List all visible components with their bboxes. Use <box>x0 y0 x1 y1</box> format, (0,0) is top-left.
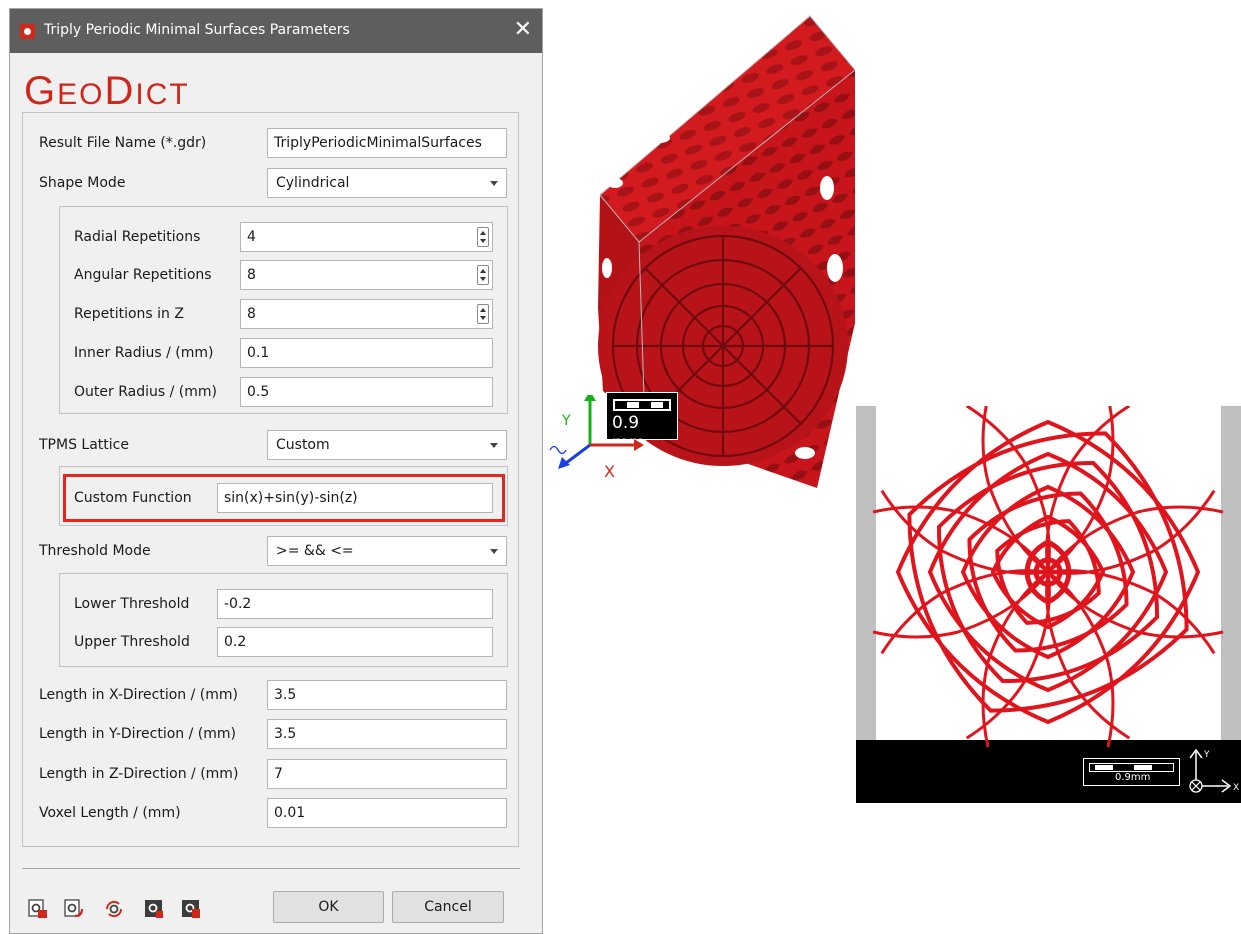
inner-radius-input[interactable]: 0.1 <box>240 338 493 368</box>
upper-threshold-input[interactable]: 0.2 <box>217 627 493 657</box>
chevron-down-icon <box>490 443 498 448</box>
custom-function-input[interactable]: sin(x)+sin(y)-sin(z) <box>217 483 493 513</box>
geodict-app-icon <box>20 24 35 39</box>
title-bar[interactable]: Triply Periodic Minimal Surfaces Paramet… <box>10 9 542 53</box>
axis-2d-x-label: X <box>1233 783 1239 793</box>
load-parameters-icon[interactable] <box>28 899 48 919</box>
shape-mode-label: Shape Mode <box>39 175 126 191</box>
axis-indicator-2d: Y X <box>1189 748 1239 793</box>
upper-threshold-label: Upper Threshold <box>74 634 190 650</box>
repetitions-z-label: Repetitions in Z <box>74 306 184 322</box>
result-file-input[interactable]: TriplyPeriodicMinimalSurfaces <box>267 128 507 158</box>
shape-mode-value: Cylindrical <box>276 175 350 191</box>
axis-y-label: Y <box>561 413 571 429</box>
window-title: Triply Periodic Minimal Surfaces Paramet… <box>44 22 350 38</box>
ok-button[interactable]: OK <box>273 891 384 923</box>
custom-function-label: Custom Function <box>74 490 192 506</box>
length-z-input[interactable]: 7 <box>267 759 507 789</box>
chevron-down-icon <box>490 549 498 554</box>
length-x-label: Length in X-Direction / (mm) <box>39 687 238 703</box>
spin-arrows-icon[interactable] <box>477 265 489 285</box>
threshold-mode-select[interactable]: >= && <= <box>267 536 507 566</box>
geodict-logo: GEODICT <box>24 69 190 113</box>
voxel-length-input[interactable]: 0.01 <box>267 798 507 828</box>
tpms-2d-slice-view[interactable] <box>856 406 1241 803</box>
angular-repetitions-spinbox[interactable]: 8 <box>240 260 493 290</box>
outer-radius-input[interactable]: 0.5 <box>240 377 493 407</box>
outer-radius-label: Outer Radius / (mm) <box>74 384 217 400</box>
tpms-lattice-value: Custom <box>276 437 330 453</box>
length-y-label: Length in Y-Direction / (mm) <box>39 726 236 742</box>
tpms-lattice-label: TPMS Lattice <box>39 437 129 453</box>
divider <box>22 868 520 869</box>
scale-bar-2d: 0.9mm <box>1083 758 1180 786</box>
length-z-label: Length in Z-Direction / (mm) <box>39 766 239 782</box>
scale-bar-2d-label: 0.9mm <box>1115 772 1151 783</box>
macro-icon[interactable] <box>181 899 201 919</box>
threshold-mode-value: >= && <= <box>276 543 354 559</box>
close-icon[interactable]: ✕ <box>514 17 532 43</box>
repetitions-z-spinbox[interactable]: 8 <box>240 299 493 329</box>
lower-threshold-label: Lower Threshold <box>74 596 190 612</box>
result-file-label: Result File Name (*.gdr) <box>39 135 207 151</box>
radial-repetitions-label: Radial Repetitions <box>74 229 201 245</box>
axis-triad-3d: Y X <box>549 395 644 481</box>
lower-threshold-input[interactable]: -0.2 <box>217 589 493 619</box>
reset-parameters-icon[interactable] <box>104 899 124 919</box>
axis-2d-y-label: Y <box>1203 750 1210 760</box>
cancel-button[interactable]: Cancel <box>392 891 504 923</box>
threshold-mode-label: Threshold Mode <box>39 543 151 559</box>
shape-mode-select[interactable]: Cylindrical <box>267 168 507 198</box>
voxel-length-label: Voxel Length / (mm) <box>39 805 181 821</box>
length-y-input[interactable]: 3.5 <box>267 719 507 749</box>
axis-x-label: X <box>604 462 615 481</box>
inner-radius-label: Inner Radius / (mm) <box>74 345 214 361</box>
radial-repetitions-spinbox[interactable]: 4 <box>240 222 493 252</box>
chevron-down-icon <box>490 181 498 186</box>
spin-arrows-icon[interactable] <box>477 304 489 324</box>
tpms-lattice-select[interactable]: Custom <box>267 430 507 460</box>
spin-arrows-icon[interactable] <box>477 227 489 247</box>
angular-repetitions-label: Angular Repetitions <box>74 267 212 283</box>
length-x-input[interactable]: 3.5 <box>267 680 507 710</box>
info-icon[interactable] <box>144 899 164 919</box>
save-parameters-icon[interactable] <box>64 899 84 919</box>
